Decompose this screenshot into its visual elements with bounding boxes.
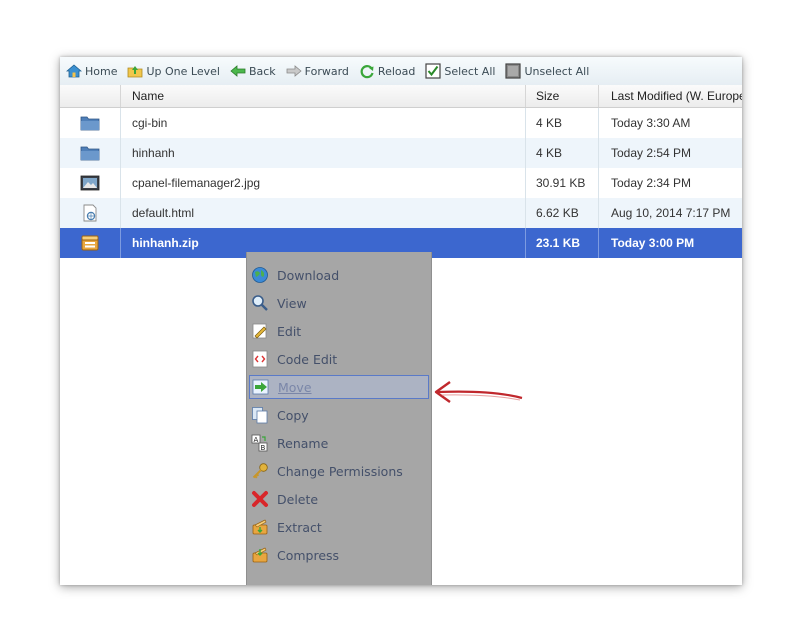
file-size: 23.1 KB xyxy=(526,228,599,258)
file-manager-window: Home Up One Level Back Forward Reload Se… xyxy=(60,57,742,585)
file-icon-cell xyxy=(60,168,121,198)
header-size[interactable]: Size xyxy=(526,85,599,107)
back-button[interactable]: Back xyxy=(230,63,276,79)
menu-item-label: Extract xyxy=(277,519,322,535)
rename-icon: A B xyxy=(251,434,268,452)
magnifier-icon xyxy=(252,295,268,311)
back-arrow-icon xyxy=(230,65,246,77)
context-menu: Download View Edit Code Edit Move Copy A… xyxy=(246,252,432,585)
menu-item-label: Copy xyxy=(277,407,309,423)
file-icon-cell xyxy=(60,138,121,168)
file-name: cpanel-filemanager2.jpg xyxy=(121,168,526,198)
file-list-header: Name Size Last Modified (W. Europe xyxy=(60,85,742,108)
home-icon xyxy=(66,64,82,78)
header-name[interactable]: Name xyxy=(121,85,526,107)
image-file-icon xyxy=(80,175,100,191)
file-row[interactable]: default.html 6.62 KB Aug 10, 2014 7:17 P… xyxy=(60,198,742,228)
file-modified: Today 3:00 PM xyxy=(611,236,695,250)
folder-icon xyxy=(80,116,100,131)
html-file-icon xyxy=(83,204,97,222)
file-row[interactable]: cgi-bin 4 KB Today 3:30 AM xyxy=(60,108,742,138)
menu-item-view[interactable]: View xyxy=(249,291,429,315)
unselect-all-button[interactable]: Unselect All xyxy=(505,63,589,79)
forward-label: Forward xyxy=(304,64,349,78)
menu-item-compress[interactable]: Compress xyxy=(249,543,429,567)
menu-item-code-edit[interactable]: Code Edit xyxy=(249,347,429,371)
menu-item-download[interactable]: Download xyxy=(249,263,429,287)
menu-item-change-permissions[interactable]: Change Permissions xyxy=(249,459,429,483)
extract-icon xyxy=(252,519,268,535)
home-button[interactable]: Home xyxy=(66,63,117,79)
code-edit-icon xyxy=(252,350,268,368)
delete-x-icon xyxy=(252,491,268,507)
compress-icon xyxy=(252,547,268,563)
pencil-icon xyxy=(252,323,267,339)
key-icon xyxy=(252,463,268,479)
up-one-level-button[interactable]: Up One Level xyxy=(127,63,220,79)
svg-text:A: A xyxy=(254,436,259,444)
menu-item-extract[interactable]: Extract xyxy=(249,515,429,539)
reload-button[interactable]: Reload xyxy=(359,63,415,79)
header-icon-column xyxy=(60,85,121,107)
file-modified: Today 3:30 AM xyxy=(611,116,691,130)
menu-item-copy[interactable]: Copy xyxy=(249,403,429,427)
menu-item-edit[interactable]: Edit xyxy=(249,319,429,343)
menu-item-rename[interactable]: A B Rename xyxy=(249,431,429,455)
checkbox-empty-icon xyxy=(505,63,522,79)
file-name: hinhanh xyxy=(121,138,526,168)
reload-label: Reload xyxy=(377,64,416,78)
copy-icon xyxy=(252,407,268,424)
forward-button[interactable]: Forward xyxy=(286,63,349,79)
reload-icon xyxy=(360,65,374,79)
globe-download-icon xyxy=(252,267,268,283)
menu-item-delete[interactable]: Delete xyxy=(249,487,429,511)
folder-icon xyxy=(80,146,100,161)
file-size: 4 KB xyxy=(526,138,599,168)
menu-item-label: Edit xyxy=(277,323,302,339)
checkbox-checked-icon xyxy=(425,63,441,79)
menu-item-label: Compress xyxy=(277,547,340,563)
file-name: default.html xyxy=(121,198,526,228)
annotation-arrow-icon xyxy=(434,381,523,403)
up-one-level-label: Up One Level xyxy=(146,64,220,78)
move-arrow-icon xyxy=(252,379,269,395)
menu-item-label: Download xyxy=(277,267,340,283)
file-row[interactable]: cpanel-filemanager2.jpg 30.91 KB Today 2… xyxy=(60,168,742,198)
svg-text:B: B xyxy=(261,444,266,452)
file-size: 6.62 KB xyxy=(526,198,599,228)
menu-item-label: View xyxy=(277,295,307,311)
file-row[interactable]: hinhanh 4 KB Today 2:54 PM xyxy=(60,138,742,168)
file-modified: Aug 10, 2014 7:17 PM xyxy=(611,206,731,220)
file-icon-cell xyxy=(60,228,121,258)
file-name: cgi-bin xyxy=(121,108,526,138)
select-all-label: Select All xyxy=(444,64,496,78)
select-all-button[interactable]: Select All xyxy=(425,63,495,79)
file-size: 30.91 KB xyxy=(526,168,599,198)
header-last-modified[interactable]: Last Modified (W. Europe xyxy=(599,85,742,107)
forward-arrow-icon xyxy=(286,65,302,77)
file-icon-cell xyxy=(60,198,121,228)
file-size: 4 KB xyxy=(526,108,599,138)
menu-item-label: Change Permissions xyxy=(277,463,403,479)
back-label: Back xyxy=(248,64,276,78)
unselect-all-label: Unselect All xyxy=(524,64,590,78)
menu-item-label: Move xyxy=(278,379,312,395)
up-folder-icon xyxy=(128,66,143,78)
file-modified: Today 2:54 PM xyxy=(611,146,692,160)
home-label: Home xyxy=(85,64,118,78)
file-icon-cell xyxy=(60,108,121,138)
menu-item-label: Delete xyxy=(277,491,319,507)
menu-item-move[interactable]: Move xyxy=(249,375,429,399)
menu-item-label: Code Edit xyxy=(277,351,338,367)
file-modified: Today 2:34 PM xyxy=(611,176,692,190)
menu-item-label: Rename xyxy=(277,435,329,451)
archive-file-icon xyxy=(81,235,99,251)
toolbar: Home Up One Level Back Forward Reload Se… xyxy=(60,57,742,86)
